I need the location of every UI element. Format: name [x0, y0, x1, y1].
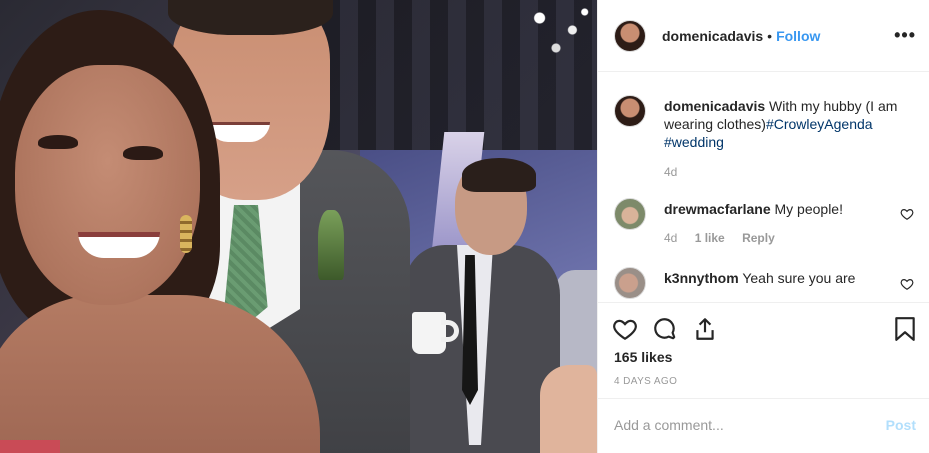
post-timestamp[interactable]: 4 DAYS AGO	[614, 376, 677, 387]
likes-count[interactable]: 165 likes	[614, 349, 672, 365]
photo-woman-eye-left	[38, 135, 78, 149]
avatar[interactable]	[614, 198, 646, 230]
post-side-panel: domenicadavis • Follow ••• domenicadavis…	[597, 0, 929, 453]
post-header: domenicadavis • Follow •••	[598, 0, 929, 72]
post-actions	[598, 310, 929, 350]
bookmark-icon[interactable]	[894, 316, 916, 342]
photo-woman-eye-right	[123, 146, 163, 160]
comment-text: drewmacfarlane My people!	[664, 200, 904, 218]
avatar[interactable]	[614, 19, 646, 52]
comment-input[interactable]: Add a comment...	[614, 417, 724, 433]
comment-icon[interactable]	[652, 316, 678, 342]
post-photo[interactable]	[0, 0, 597, 453]
photo-dress	[0, 440, 60, 453]
share-icon[interactable]	[692, 316, 718, 342]
comment-likes[interactable]: 1 like	[695, 231, 725, 245]
photo-woman-face	[15, 65, 200, 305]
heart-outline-icon[interactable]	[900, 207, 914, 221]
heart-outline-icon[interactable]	[900, 277, 914, 291]
more-horizontal-icon[interactable]: •••	[894, 26, 916, 44]
follow-button[interactable]: Follow	[776, 28, 820, 44]
reply-button[interactable]: Reply	[742, 231, 775, 245]
caption-text: domenicadavis With my hubby (I am wearin…	[664, 97, 904, 151]
comment-text: k3nnythom Yeah sure you are	[664, 269, 904, 287]
header-username[interactable]: domenicadavis	[662, 28, 763, 44]
caption-age[interactable]: 4d	[664, 165, 677, 179]
caption-meta: 4d	[664, 165, 691, 179]
photo-man-background-hair	[462, 158, 536, 192]
header-separator: •	[767, 27, 773, 44]
photo-earring	[180, 215, 192, 253]
caption-username[interactable]: domenicadavis	[664, 98, 765, 114]
hashtag-link[interactable]: #wedding	[664, 134, 724, 150]
avatar[interactable]	[614, 95, 646, 127]
comment-age[interactable]: 4d	[664, 231, 677, 245]
avatar[interactable]	[614, 267, 646, 299]
photo-hand	[540, 365, 597, 453]
comments-list[interactable]: domenicadavis With my hubby (I am wearin…	[598, 73, 929, 303]
hashtag-link[interactable]: #CrowleyAgenda	[766, 116, 873, 132]
photo-man-hair	[168, 0, 333, 35]
comment-body: Yeah sure you are	[742, 270, 856, 286]
photo-chandelier	[515, 0, 597, 60]
comment-username[interactable]: drewmacfarlane	[664, 201, 771, 217]
comment-body: My people!	[774, 201, 843, 217]
comment-meta: 4d 1 like Reply	[664, 231, 789, 245]
add-comment-bar: Add a comment... Post	[598, 398, 929, 453]
comment-username[interactable]: k3nnythom	[664, 270, 739, 286]
photo-woman-smile	[78, 232, 160, 258]
heart-icon[interactable]	[612, 316, 638, 342]
post-comment-button[interactable]: Post	[886, 417, 916, 433]
photo-boutonniere	[318, 210, 344, 280]
